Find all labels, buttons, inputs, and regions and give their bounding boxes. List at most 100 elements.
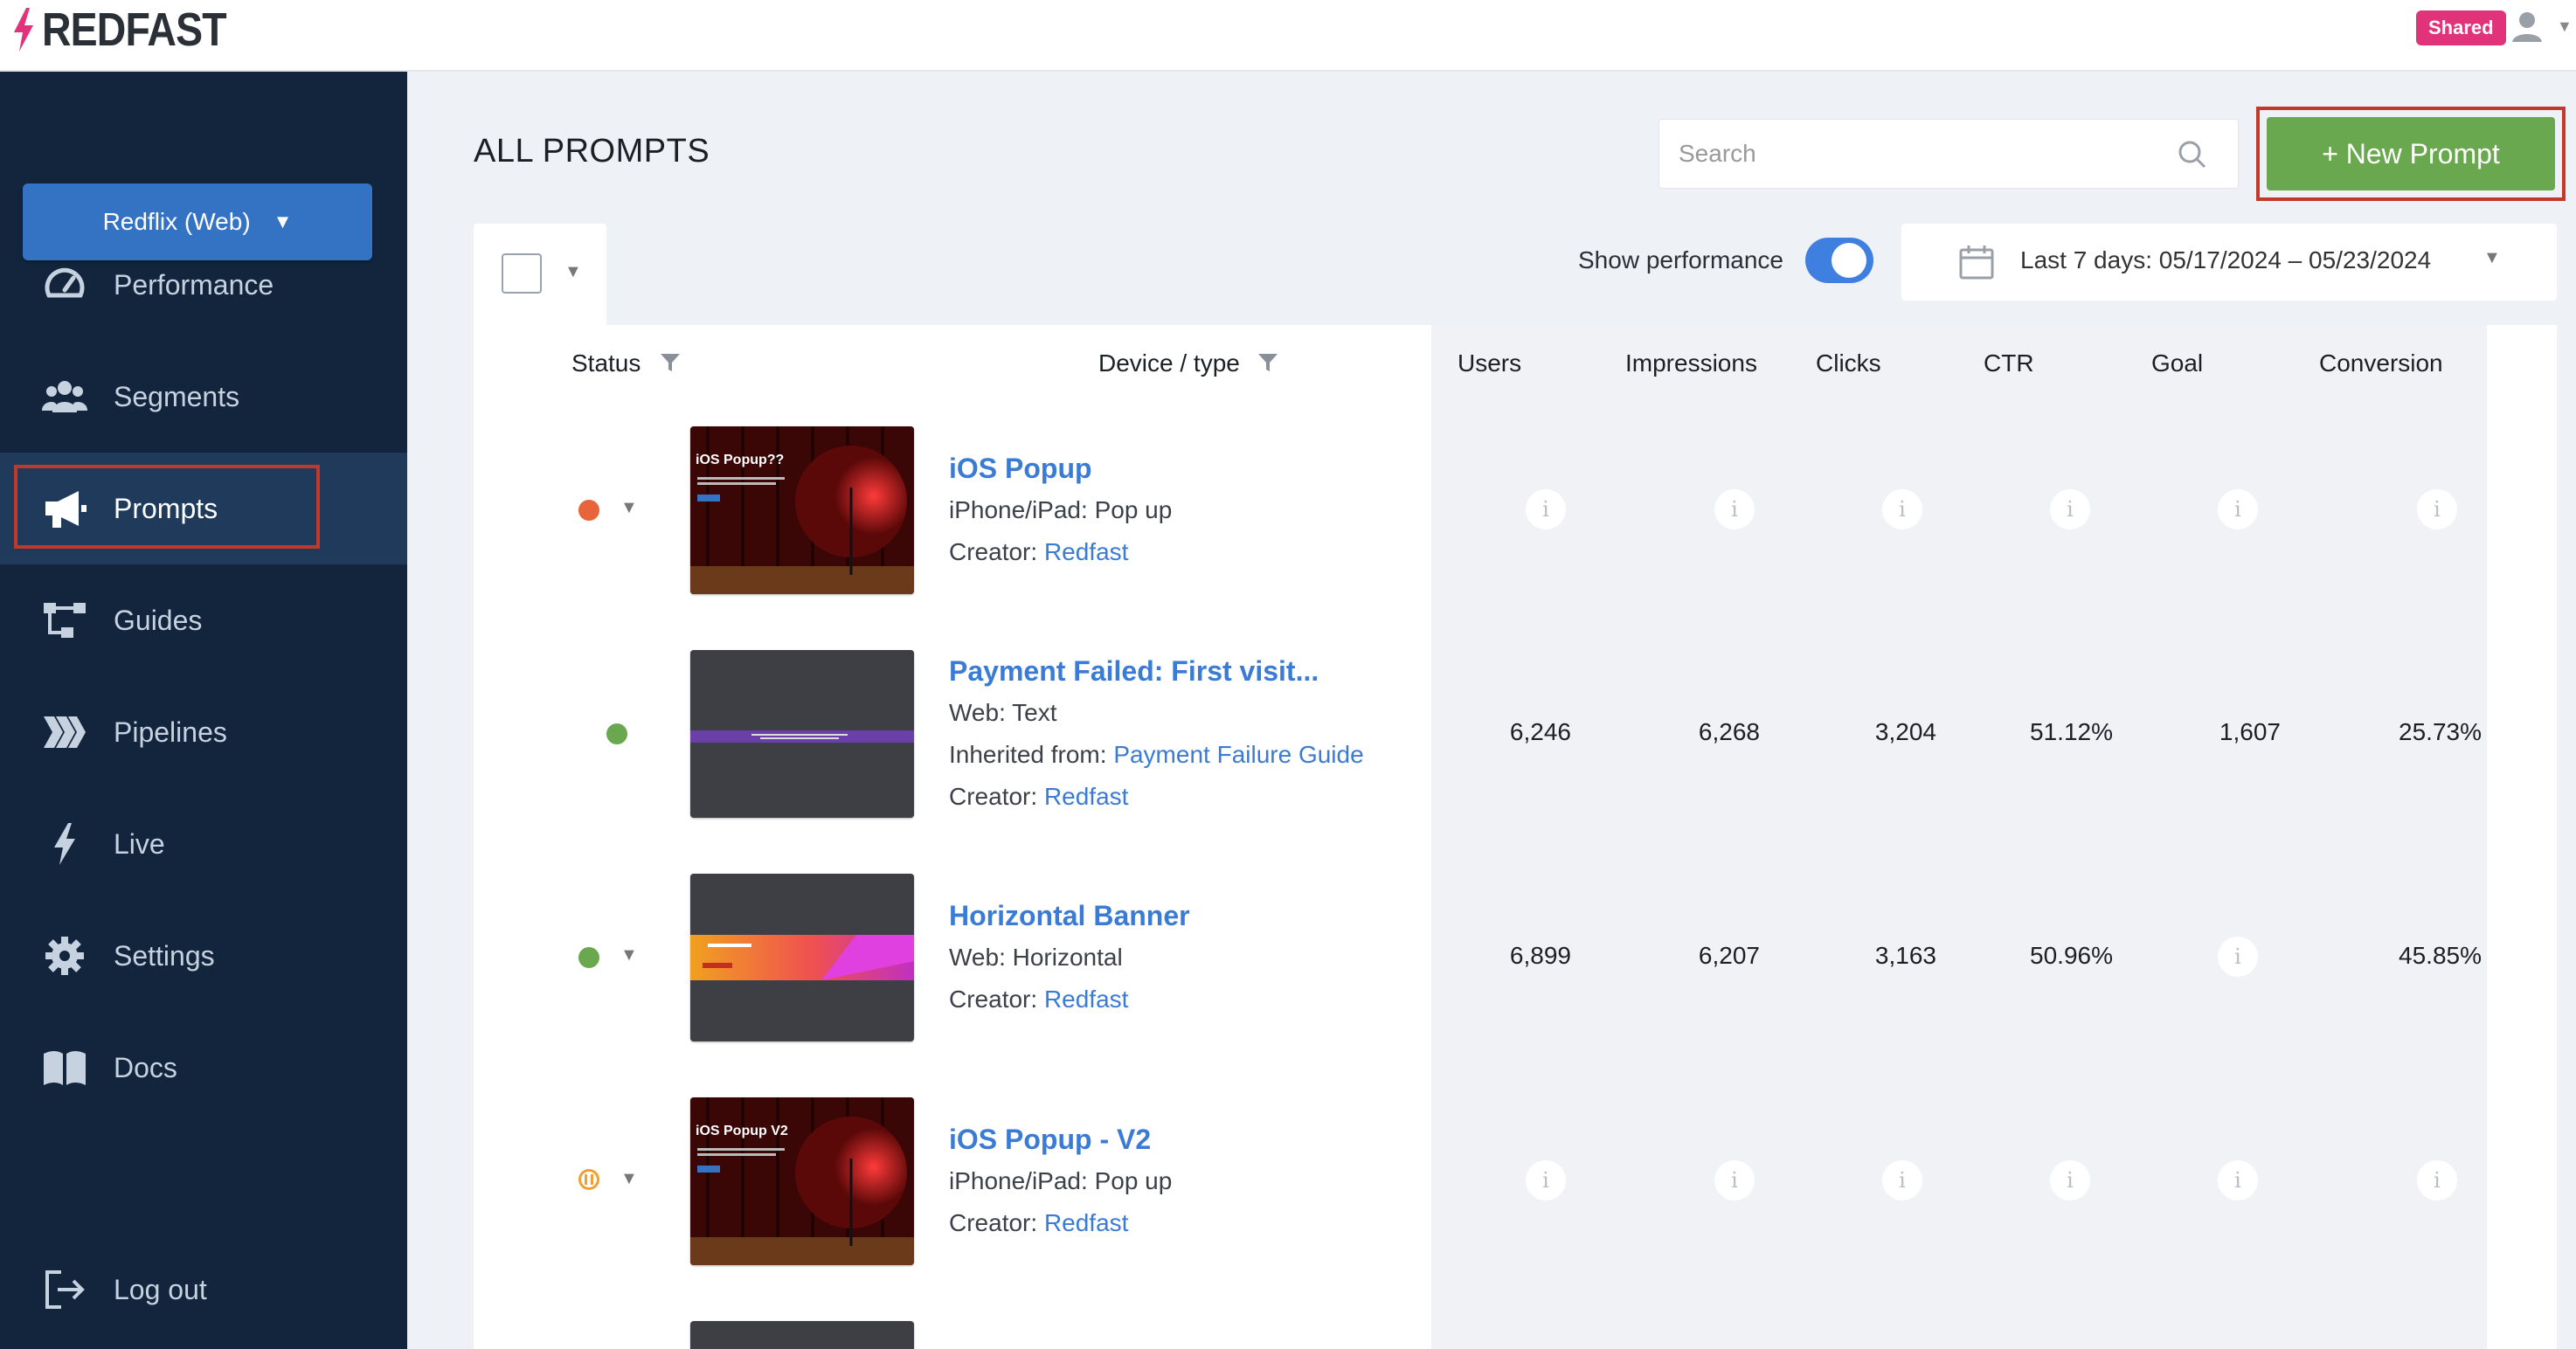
filter-icon[interactable] [1257,351,1279,374]
inherited-link[interactable]: Payment Failure Guide [1113,741,1363,768]
table-row[interactable]: ▼ iOS Popup V2 iOS Popup - V2 iPhone/iPa… [474,1082,2557,1305]
info-icon[interactable]: i [1882,489,1922,529]
prompt-thumbnail[interactable] [690,1321,914,1349]
date-range-picker[interactable]: Last 7 days: 05/17/2024 – 05/23/2024 ▼ [1901,224,2557,301]
creator-link[interactable]: Redfast [1044,783,1129,810]
popup-preview [690,426,914,594]
chevron-down-icon[interactable]: ▼ [2557,17,2573,36]
prompt-name-link[interactable]: iOS Popup [949,453,1092,485]
info-icon[interactable]: i [2218,489,2258,529]
info-icon[interactable]: i [2218,1160,2258,1200]
prompt-thumbnail[interactable]: iOS Popup?? [690,426,914,594]
select-all-checkbox[interactable] [502,253,542,294]
prompt-name-link[interactable]: iOS Popup - V2 [949,1124,1151,1156]
creator-label: Creator: [949,783,1044,810]
sidebar-item-segments[interactable]: Segments [0,341,407,453]
text-banner-preview [690,650,914,818]
sidebar-item-label: Segments [114,380,240,412]
page-title: ALL PROMPTS [474,133,710,169]
prompt-thumbnail[interactable] [690,874,914,1041]
prompt-thumbnail[interactable]: iOS Popup V2 [690,1097,914,1265]
info-icon[interactable]: i [2417,1160,2457,1200]
column-header-device-type[interactable]: Device / type [1098,349,1240,377]
column-header-users[interactable]: Users [1458,349,1521,377]
info-icon[interactable]: i [1526,489,1566,529]
impressions-value: 6,268 [1698,718,1760,745]
status-dot [606,723,627,744]
prompt-name-link[interactable]: Payment Failed: First visit... [949,655,1319,688]
status-dot [578,500,599,521]
prompt-name-link[interactable]: Horizontal Banner [949,900,1190,932]
search-input[interactable] [1679,120,2168,188]
megaphone-icon [42,486,87,531]
sidebar-item-settings[interactable]: Settings [0,900,407,1012]
sidebar-item-label: Live [114,827,165,860]
creator-link[interactable]: Redfast [1044,1209,1129,1236]
creator-link[interactable]: Redfast [1044,538,1129,565]
sidebar-item-performance[interactable]: Performance [0,229,407,341]
column-header-impressions[interactable]: Impressions [1625,349,1757,377]
bulk-select: ▼ [474,224,606,325]
users-value: 6,246 [1509,718,1571,745]
logout-icon [42,1267,87,1312]
toggle-knob [1832,243,1866,278]
info-icon[interactable]: i [2218,937,2258,977]
info-icon[interactable]: i [2050,1160,2090,1200]
chevron-down-icon[interactable]: ▼ [620,1169,638,1189]
logout-label: Log out [114,1273,207,1305]
info-icon[interactable]: i [1526,1160,1566,1200]
table-row[interactable]: ▼ iOS Popup?? iOS Popup iPhone/iPad: Pop… [474,411,2557,634]
creator-label: Creator: [949,986,1044,1013]
sidebar-item-guides[interactable]: Guides [0,564,407,676]
sidebar-item-docs[interactable]: Docs [0,1012,407,1124]
user-icon[interactable] [2510,9,2545,44]
top-bar: REDFAST Shared ▼ [0,0,2576,72]
column-header-conversion[interactable]: Conversion [2319,349,2443,377]
thumbnail-title: iOS Popup V2 [696,1124,788,1138]
book-icon [42,1045,87,1090]
inherited-label: Inherited from: [949,741,1114,768]
sidebar-item-live[interactable]: Live [0,788,407,900]
column-header-status[interactable]: Status [571,349,641,377]
clicks-value: 3,163 [1874,942,1936,969]
new-prompt-button[interactable]: + New Prompt [2267,117,2555,190]
sidebar-item-pipelines[interactable]: Pipelines [0,676,407,788]
info-icon[interactable]: i [1714,489,1755,529]
column-header-ctr[interactable]: CTR [1984,349,2034,377]
prompt-type: iPhone/iPad: Pop up [949,1167,1173,1194]
table-row[interactable] [474,1305,2557,1349]
flow-icon [42,598,87,643]
pipelines-icon [42,709,87,755]
column-header-goal[interactable]: Goal [2151,349,2203,377]
sidebar-item-prompts[interactable]: Prompts [0,453,407,564]
conversion-value: 25.73% [2399,718,2482,745]
chevron-down-icon[interactable]: ▼ [620,945,638,965]
calendar-icon [1959,246,1994,280]
logo[interactable]: REDFAST [12,2,256,58]
ctr-value: 51.12% [2030,718,2113,745]
info-icon[interactable]: i [1714,1160,1755,1200]
search-icon[interactable] [2175,137,2210,172]
info-icon[interactable]: i [2050,489,2090,529]
sidebar-item-label: Settings [114,939,215,972]
prompt-creator: Creator: Redfast [949,1209,1128,1237]
info-icon[interactable]: i [1882,1160,1922,1200]
table-row[interactable]: Payment Failed: First visit... Web: Text… [474,634,2557,858]
date-range-label: Last 7 days: 05/17/2024 – 05/23/2024 [2020,246,2432,273]
horizontal-banner-preview [690,874,914,1041]
creator-link[interactable]: Redfast [1044,986,1129,1013]
chevron-down-icon[interactable]: ▼ [620,498,638,518]
ctr-value: 50.96% [2030,942,2113,969]
chevron-down-icon[interactable]: ▼ [564,262,582,282]
logout-button[interactable]: Log out [0,1234,407,1346]
paused-status-icon [578,1169,599,1190]
filter-icon[interactable] [659,351,682,374]
prompt-creator: Creator: Redfast [949,783,1128,811]
users-icon [42,374,87,419]
prompt-thumbnail[interactable] [690,650,914,818]
show-performance-toggle[interactable] [1805,238,1873,283]
gear-icon [42,933,87,979]
column-header-clicks[interactable]: Clicks [1816,349,1881,377]
info-icon[interactable]: i [2417,489,2457,529]
table-row[interactable]: ▼ Horizontal Banner Web: Horizontal Crea… [474,858,2557,1082]
